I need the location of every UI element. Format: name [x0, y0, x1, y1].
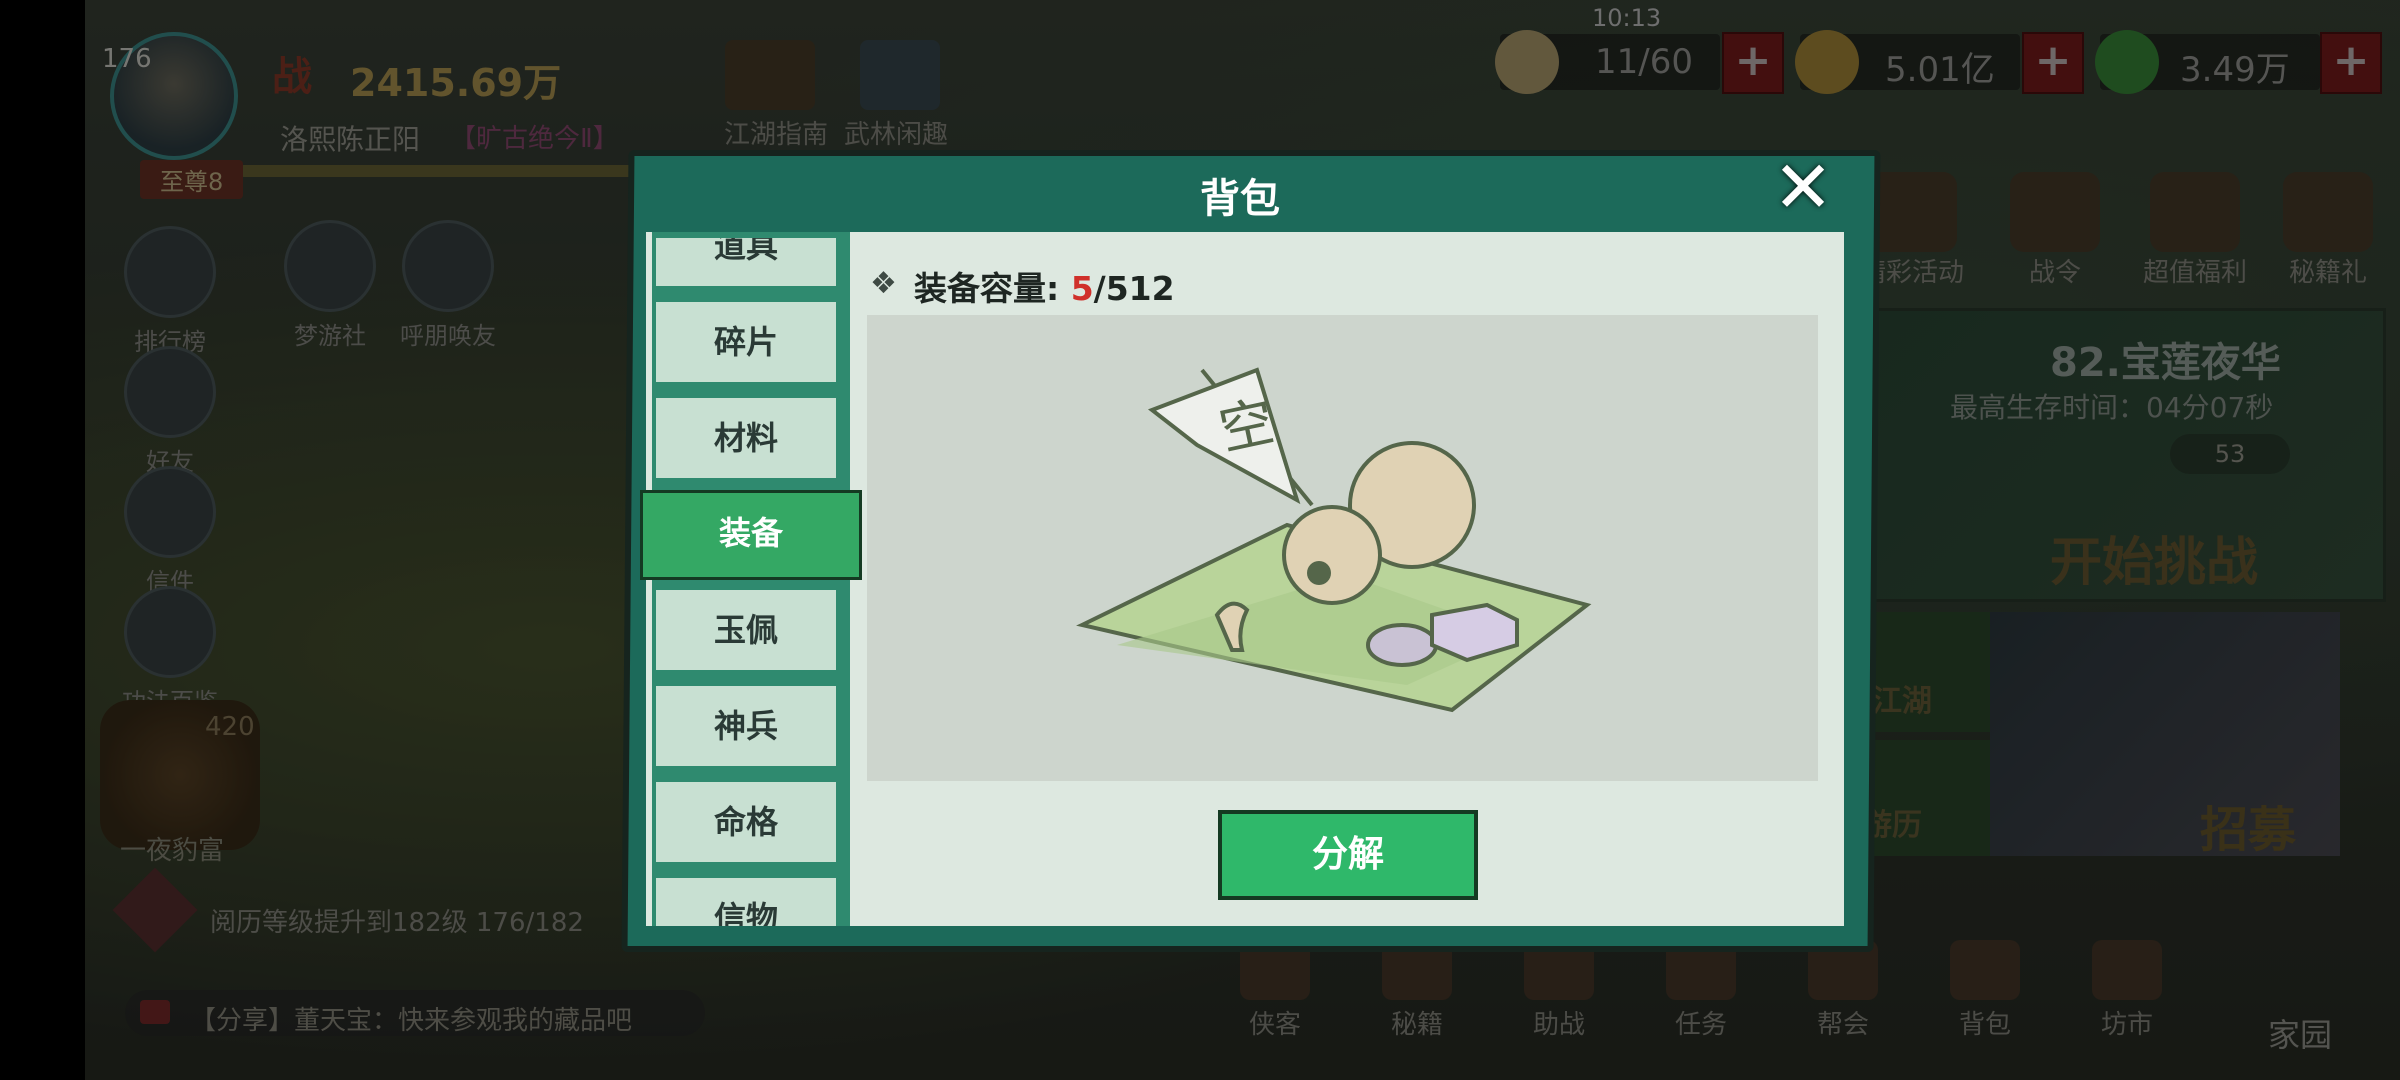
capacity-total: /512	[1093, 269, 1175, 308]
close-button[interactable]: ✕	[1768, 151, 1838, 223]
tab-jade[interactable]: 玉佩	[656, 590, 836, 670]
capacity-label: 装备容量:	[914, 269, 1071, 308]
tab-materials[interactable]: 材料	[656, 398, 836, 478]
capacity-used: 5	[1070, 269, 1094, 308]
equipment-capacity: 装备容量: 5/512	[914, 262, 1175, 310]
tab-destiny[interactable]: 命格	[656, 782, 836, 862]
empty-bag-illustration: 空	[1076, 367, 1592, 713]
empty-state-area: 空	[867, 315, 1818, 781]
backpack-title: 背包	[1200, 176, 1280, 222]
tab-fragments[interactable]: 碎片	[656, 302, 836, 382]
tab-weapons[interactable]: 神兵	[656, 686, 836, 766]
decompose-button[interactable]: 分解	[1218, 810, 1478, 900]
empty-flag-char: 空	[1214, 390, 1280, 463]
tab-equipment[interactable]: 装备	[640, 490, 862, 580]
diamond-icon: ❖	[870, 266, 897, 301]
tab-tokens[interactable]: 信物	[656, 878, 836, 926]
